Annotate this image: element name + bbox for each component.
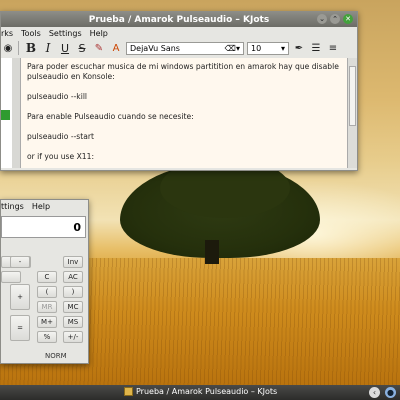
memory-clear-button[interactable]: MC [63, 301, 83, 313]
all-clear-button[interactable]: AC [63, 271, 83, 283]
kjots-content-area: Para poder escuchar musica de mi windows… [1, 58, 357, 168]
books-scrollbar[interactable] [12, 58, 21, 168]
percent-button[interactable]: % [37, 331, 57, 343]
text-color-icon[interactable]: A [109, 41, 123, 55]
strikethrough-icon[interactable]: S [75, 41, 89, 55]
menu-help[interactable]: Help [90, 29, 108, 38]
plus-minus-button[interactable]: +/- [63, 331, 83, 343]
menu-bookmarks[interactable]: rks [1, 29, 13, 38]
menu-settings[interactable]: Settings [49, 29, 82, 38]
menu-settings[interactable]: ttings [1, 202, 24, 211]
maximize-icon[interactable]: ⌃ [330, 14, 340, 24]
editor-scrollbar[interactable] [347, 58, 357, 168]
equals-button[interactable]: = [10, 315, 30, 341]
italic-icon[interactable]: I [41, 41, 55, 55]
note-editor[interactable]: Para poder escuchar musica de mi windows… [21, 58, 347, 168]
note-line: pulseaudio --kill [27, 92, 88, 101]
underline-icon[interactable]: U [58, 41, 72, 55]
note-line: or if you use X11: [27, 152, 95, 161]
window-title: Prueba / Amarok Pulseaudio – KJots [88, 14, 270, 25]
find-icon[interactable]: ◉ [1, 41, 15, 55]
calc-key[interactable] [1, 271, 21, 283]
window-controls: ⌄ ⌃ ✕ [317, 14, 353, 24]
kjots-window[interactable]: Prueba / Amarok Pulseaudio – KJots ⌄ ⌃ ✕… [0, 11, 358, 171]
plus-button[interactable]: + [10, 284, 30, 310]
menu-tools[interactable]: Tools [21, 29, 41, 38]
memory-add-button[interactable]: M+ [37, 316, 57, 328]
open-paren-button[interactable]: ( [37, 286, 57, 298]
toolbar-separator [18, 41, 21, 55]
align-center-icon[interactable]: ≡ [326, 41, 340, 55]
bold-icon[interactable]: B [24, 41, 38, 55]
format-painter-icon[interactable]: ✎ [92, 41, 106, 55]
menu-help[interactable]: Help [32, 202, 50, 211]
taskbar: Prueba / Amarok Pulseaudio – KJots ‹ ● [0, 385, 400, 400]
minimize-icon[interactable]: ⌄ [317, 14, 327, 24]
display-value: 0 [73, 220, 81, 234]
memory-store-button[interactable]: MS [63, 316, 83, 328]
font-value: DejaVu Sans [130, 43, 180, 53]
scrollbar-thumb[interactable] [349, 66, 356, 126]
note-line: Para enable Pulseaudio cuando se necesit… [27, 112, 194, 121]
kjots-titlebar[interactable]: Prueba / Amarok Pulseaudio – KJots ⌄ ⌃ ✕ [1, 12, 357, 27]
clear-button[interactable]: C [37, 271, 57, 283]
kjots-menubar: rks Tools Settings Help [1, 27, 357, 39]
chevron-down-icon: ▾ [280, 43, 285, 53]
memory-recall-button[interactable]: MR [37, 301, 57, 313]
note-line: pulseaudio --start [27, 132, 94, 141]
kjots-toolbar: ◉ B I U S ✎ A DejaVu Sans ⌫▾ 10 ▾ ✒ ☰ ≡ [1, 39, 357, 57]
back-arrow-icon[interactable]: ‹ [369, 387, 380, 398]
align-left-icon[interactable]: ☰ [309, 41, 323, 55]
system-tray-icon[interactable]: ● [385, 387, 396, 398]
book-item-selected[interactable] [1, 110, 10, 120]
calc-mode-label: NORM [45, 352, 67, 360]
font-size-value: 10 [251, 43, 262, 53]
minus-button[interactable]: - [10, 256, 30, 268]
kjots-icon [124, 387, 133, 396]
task-item-kjots[interactable]: Prueba / Amarok Pulseaudio – KJots [124, 387, 277, 396]
calculator-window[interactable]: ttings Help 0 - Inv C AC + ( ) MR MC = M… [0, 199, 89, 364]
close-paren-button[interactable]: ) [63, 286, 83, 298]
task-item-label: Prueba / Amarok Pulseaudio – KJots [136, 387, 278, 396]
close-icon[interactable]: ✕ [343, 14, 353, 24]
calculator-menubar: ttings Help [1, 200, 88, 212]
calculator-display: 0 [1, 216, 86, 238]
note-line: Para poder escuchar musica de mi windows… [27, 62, 339, 81]
pen-icon[interactable]: ✒ [292, 41, 306, 55]
font-size-select[interactable]: 10 ▾ [247, 41, 289, 55]
font-select[interactable]: DejaVu Sans ⌫▾ [126, 41, 244, 55]
clear-icon[interactable]: ⌫▾ [225, 44, 240, 53]
wallpaper-tree-trunk [205, 240, 219, 264]
inv-button[interactable]: Inv [63, 256, 83, 268]
